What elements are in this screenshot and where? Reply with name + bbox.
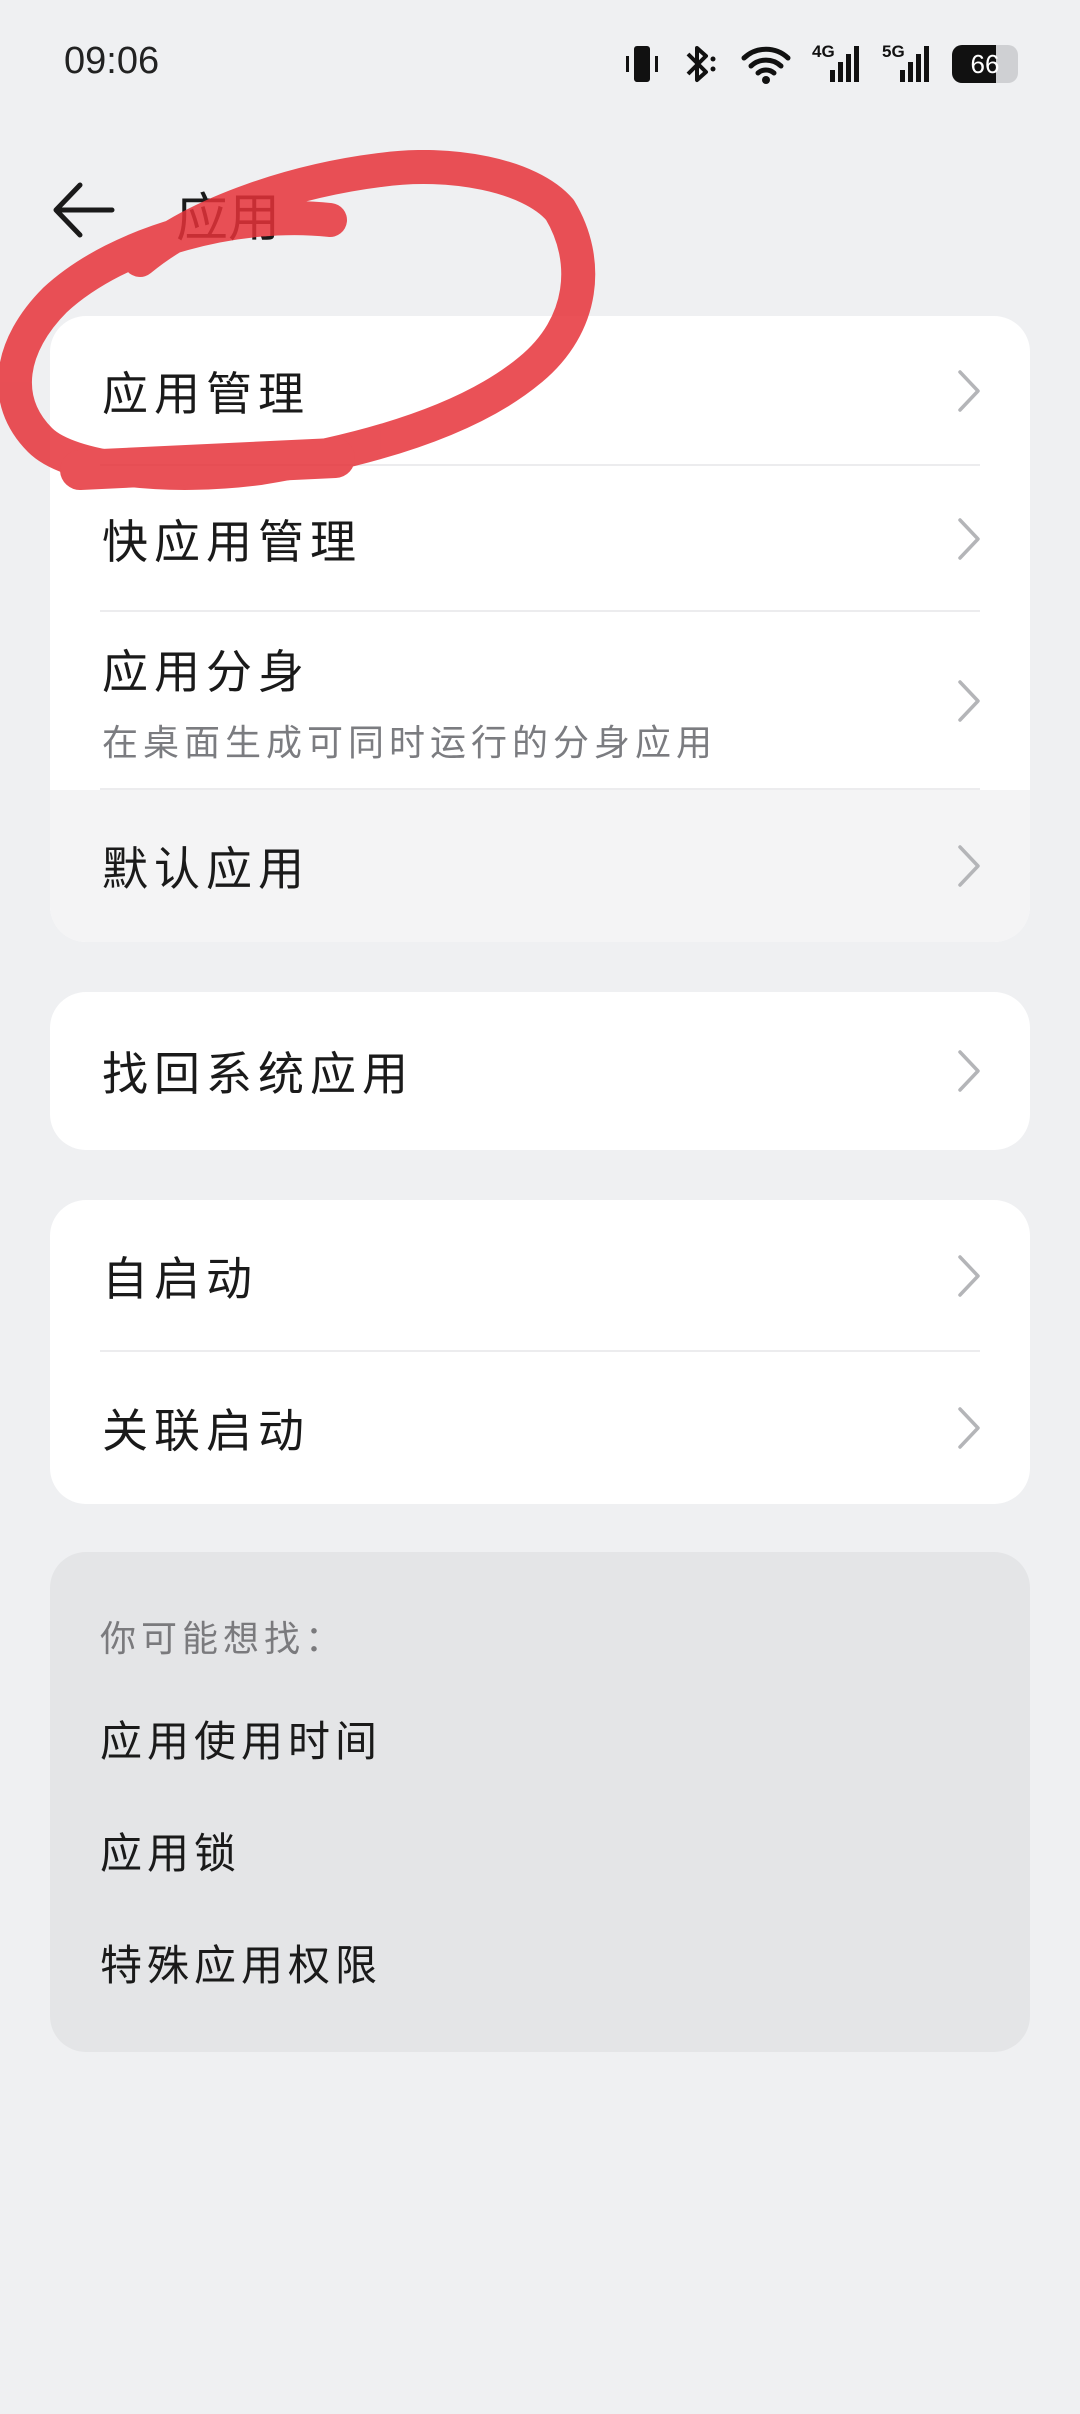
- restore-apps-card: 找回系统应用: [50, 992, 1030, 1150]
- suggestion-app-lock[interactable]: 应用锁: [100, 1820, 241, 1881]
- row-subtitle: 在桌面生成可同时运行的分身应用: [102, 723, 718, 764]
- row-restore-system-apps[interactable]: 找回系统应用: [50, 992, 1030, 1150]
- chevron-right-icon: [958, 680, 980, 722]
- vibrate-icon: [624, 42, 660, 86]
- status-time: 09:06: [64, 40, 160, 82]
- row-quick-app-management[interactable]: 快应用管理: [50, 466, 1030, 612]
- row-app-twin[interactable]: 应用分身 在桌面生成可同时运行的分身应用: [50, 612, 1030, 790]
- suggestions-caption: 你可能想找：: [100, 1619, 347, 1660]
- row-default-apps[interactable]: 默认应用: [50, 790, 1030, 942]
- row-label: 应用管理: [102, 367, 310, 421]
- arrow-left-icon: [53, 182, 115, 238]
- back-button[interactable]: [50, 170, 120, 250]
- row-label: 快应用管理: [102, 515, 362, 569]
- row-auto-launch[interactable]: 自启动: [50, 1200, 1030, 1352]
- signal-5g-icon: 5G: [882, 42, 932, 86]
- page-title: 应用: [176, 189, 281, 249]
- row-label: 找回系统应用: [102, 1047, 414, 1101]
- status-bar: 09:06 4G 5G 66: [0, 0, 1080, 130]
- chevron-right-icon: [958, 370, 980, 412]
- app-header: 应用: [0, 160, 1080, 280]
- row-label: 关联启动: [102, 1404, 310, 1458]
- row-label: 应用分身: [102, 645, 310, 699]
- row-label: 默认应用: [102, 842, 310, 896]
- bluetooth-icon: [680, 42, 720, 86]
- status-icons: 4G 5G 66: [624, 40, 1018, 88]
- chevron-right-icon: [958, 1407, 980, 1449]
- battery-level: 66: [970, 49, 1000, 79]
- chevron-right-icon: [958, 1255, 980, 1297]
- suggestion-app-usage-time[interactable]: 应用使用时间: [100, 1708, 382, 1769]
- app-settings-card: 应用管理 快应用管理 应用分身 在桌面生成可同时运行的分身应用 默认应用: [50, 316, 1030, 942]
- suggestion-special-permissions[interactable]: 特殊应用权限: [100, 1932, 382, 1993]
- row-app-management[interactable]: 应用管理: [50, 316, 1030, 466]
- row-associated-launch[interactable]: 关联启动: [50, 1352, 1030, 1504]
- launch-settings-card: 自启动 关联启动: [50, 1200, 1030, 1504]
- suggestions-card: 你可能想找： 应用使用时间 应用锁 特殊应用权限: [50, 1552, 1030, 2052]
- signal-4g-icon: 4G: [812, 42, 862, 86]
- chevron-right-icon: [958, 518, 980, 560]
- battery-icon: 66: [952, 45, 1018, 83]
- chevron-right-icon: [958, 1050, 980, 1092]
- row-label: 自启动: [102, 1252, 258, 1306]
- chevron-right-icon: [958, 845, 980, 887]
- wifi-icon: [740, 42, 792, 86]
